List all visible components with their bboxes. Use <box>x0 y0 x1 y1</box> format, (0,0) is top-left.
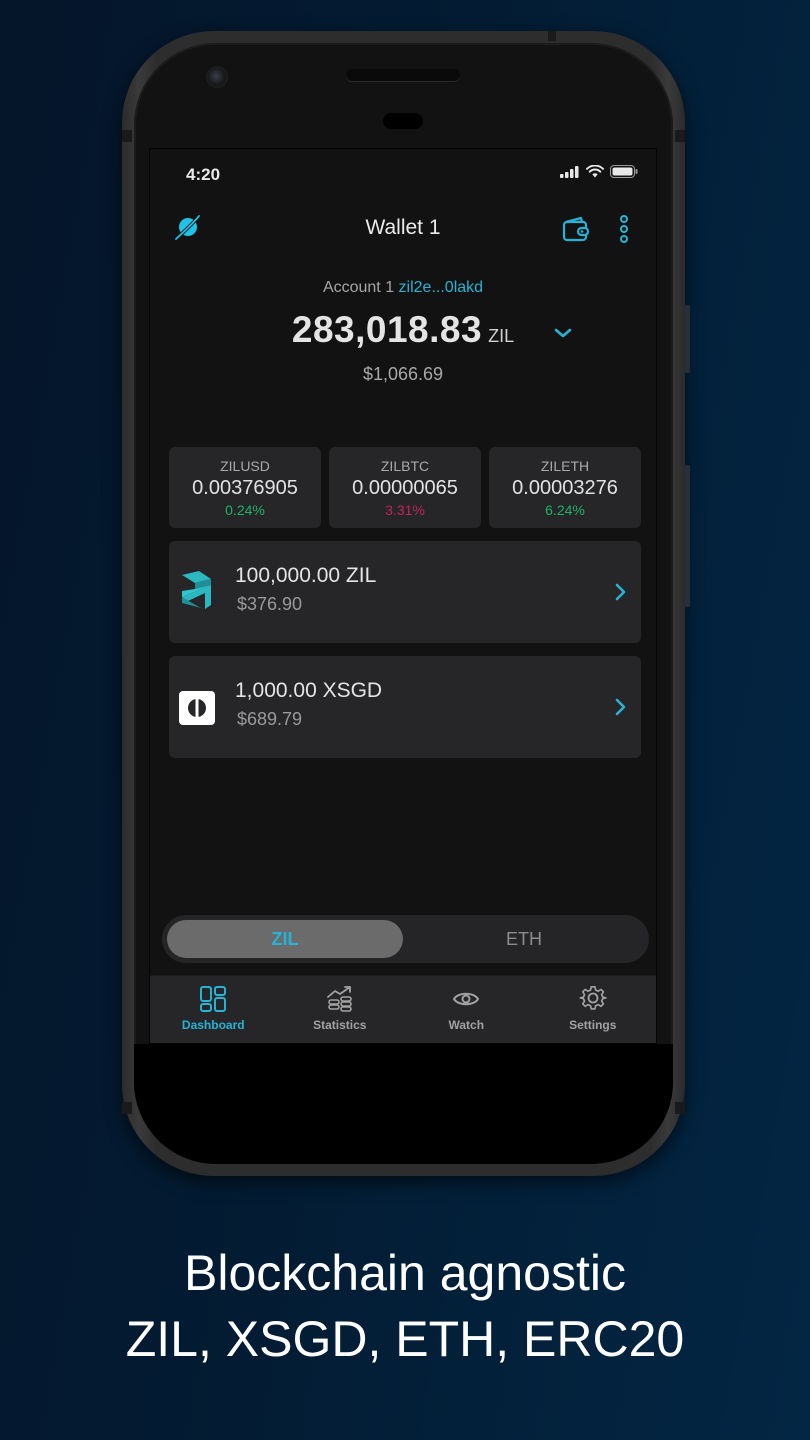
rate-value: 0.00003276 <box>512 477 618 499</box>
caption-line-2: ZIL, XSGD, ETH, ERC20 <box>125 1311 685 1367</box>
status-bar: 4:20 <box>150 149 656 199</box>
tab-statistics[interactable]: Statistics <box>277 976 404 1043</box>
network-option-zil[interactable]: ZIL <box>167 920 403 958</box>
chevron-down-icon[interactable] <box>552 325 574 341</box>
network-switch: ZIL ETH <box>162 915 649 963</box>
caption-line-1: Blockchain agnostic <box>184 1245 626 1301</box>
token-amount: 1,000.00 XSGD <box>235 679 383 702</box>
proximity-sensor <box>383 113 423 129</box>
tab-label: Watch <box>448 1018 485 1032</box>
token-fiat-value: $376.90 <box>237 594 303 614</box>
account-info: Account 1 zil2e...0lakd <box>150 279 656 297</box>
earpiece-speaker <box>346 69 460 81</box>
zilliqa-logo-icon <box>182 571 211 609</box>
rate-pair: ZILUSD <box>220 458 270 474</box>
account-label: Account 1 <box>322 279 395 296</box>
status-time: 4:20 <box>186 165 221 184</box>
tab-label: Settings <box>569 1018 617 1032</box>
signal-icon <box>560 165 579 178</box>
tab-label: Statistics <box>313 1018 367 1032</box>
account-address[interactable]: zil2e...0lakd <box>399 279 484 296</box>
chevron-right-icon <box>615 583 626 601</box>
balance-fiat: $1,066.69 <box>362 364 444 384</box>
rate-pair: ZILETH <box>540 458 590 474</box>
token-amount: 100,000.00 ZIL <box>235 564 377 587</box>
front-camera <box>208 68 226 86</box>
rate-cards: ZILUSD 0.00376905 0.24% ZILBTC 0.0000006… <box>169 447 641 528</box>
rate-card-zileth[interactable]: ZILETH 0.00003276 6.24% <box>489 447 641 528</box>
chevron-right-icon <box>615 698 626 716</box>
rate-change: 0.24% <box>225 502 265 518</box>
eye-icon <box>453 992 480 1006</box>
balance-row: 283,018.83 ZIL <box>150 309 656 351</box>
tab-settings[interactable]: Settings <box>530 976 657 1043</box>
tab-watch[interactable]: Watch <box>403 976 530 1043</box>
token-row-xsgd[interactable]: 1,000.00 XSGD $689.79 <box>169 656 641 758</box>
tab-label: Dashboard <box>181 1018 245 1032</box>
rate-card-zilusd[interactable]: ZILUSD 0.00376905 0.24% <box>169 447 321 528</box>
frame-antenna-line <box>548 31 556 41</box>
status-icons <box>560 165 638 178</box>
wifi-icon <box>586 165 604 178</box>
phone-chin <box>134 1044 673 1164</box>
frame-antenna-line <box>675 1102 685 1114</box>
dashboard-icon <box>200 986 227 1012</box>
rate-change: 6.24% <box>545 502 585 518</box>
balance-amount: 283,018.83 <box>291 309 483 350</box>
network-option-eth[interactable]: ETH <box>406 920 642 958</box>
rate-value: 0.00376905 <box>192 477 298 499</box>
more-options-icon[interactable] <box>615 215 633 243</box>
wallet-icon[interactable] <box>562 216 590 242</box>
frame-antenna-line <box>675 130 685 142</box>
header: Wallet 1 <box>150 207 656 251</box>
app-screen: 4:20 Wallet 1 Account 1 zil2e...0lakd 28… <box>149 148 657 1044</box>
tab-dashboard[interactable]: Dashboard <box>150 976 277 1043</box>
rate-value: 0.00000065 <box>352 477 458 499</box>
gear-icon <box>579 986 607 1010</box>
statistics-icon <box>326 986 352 1012</box>
token-row-zil[interactable]: 100,000.00 ZIL $376.90 <box>169 541 641 643</box>
frame-antenna-line <box>122 130 132 142</box>
xsgd-logo-icon <box>179 691 215 725</box>
rate-change: 3.31% <box>385 502 425 518</box>
bottom-tab-bar: Dashboard Statistics Watch Settings <box>150 975 657 1043</box>
volume-button <box>685 305 690 373</box>
rate-pair: ZILBTC <box>380 458 430 474</box>
power-button <box>685 465 690 607</box>
rate-card-zilbtc[interactable]: ZILBTC 0.00000065 3.31% <box>329 447 481 528</box>
frame-antenna-line <box>122 1102 132 1114</box>
token-fiat-value: $689.79 <box>237 709 303 729</box>
balance-unit: ZIL <box>488 326 515 346</box>
battery-icon <box>610 165 638 178</box>
promo-caption: Blockchain agnostic ZIL, XSGD, ETH, ERC2… <box>0 1240 810 1372</box>
